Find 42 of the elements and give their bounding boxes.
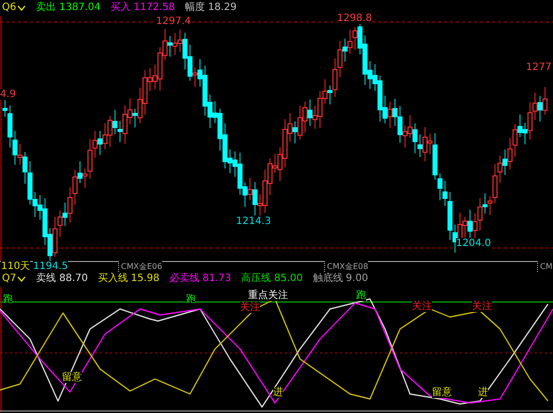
indicator-value: 9.00	[346, 272, 368, 286]
signal-label: 跑	[3, 294, 13, 305]
price-label: 4.9	[0, 89, 16, 100]
indicator-value: 15.98	[130, 272, 160, 286]
signal-label: 留意	[432, 387, 452, 398]
contract-label: CMX金E08	[324, 261, 368, 272]
signal-label: 跑	[356, 290, 366, 301]
indicator-label: 买入	[110, 0, 131, 15]
indicator-value: 1387.04	[59, 1, 101, 15]
indicator-label: 买入线	[98, 272, 128, 286]
chevron-down-icon	[17, 276, 26, 282]
indicator-label: 必卖线	[170, 272, 200, 286]
signal-label: 进	[478, 387, 488, 398]
price-label: 1297.4	[156, 16, 191, 27]
signal-label: 重点关注	[248, 290, 288, 301]
indicator-label: 卖出	[36, 0, 56, 15]
indicator-value: 18.29	[208, 1, 237, 15]
signal-label: 留意	[62, 372, 82, 383]
indicator-selector[interactable]: Q7	[2, 271, 26, 287]
indicator-selector[interactable]: Q6	[2, 0, 26, 16]
price-label: 1298.8	[337, 13, 372, 24]
indicator-label: 卖线	[36, 272, 56, 286]
price-label: 1204.0	[456, 238, 491, 249]
price-label: 1214.3	[236, 216, 271, 227]
signal-label: 跑	[186, 294, 196, 305]
price-label: 1194.5	[33, 261, 68, 272]
indicator-value: 1172.58	[134, 1, 175, 15]
indicator-label: 幅度	[184, 0, 205, 15]
signal-label: 关注	[412, 301, 432, 312]
signal-label: 关注	[240, 302, 260, 313]
price-label: 1277	[526, 62, 552, 73]
signal-label: 关注	[472, 301, 492, 312]
chevron-down-icon	[17, 4, 26, 12]
contract-label: CMX金E06	[118, 261, 162, 272]
signal-label: 进	[273, 387, 283, 398]
indicator-value: 88.70	[59, 272, 88, 286]
indicator-value: 81.73	[202, 272, 232, 286]
contract-label: CM	[537, 261, 552, 272]
indicator-label: 高压线	[241, 272, 272, 286]
indicator-value: 85.00	[274, 272, 303, 286]
period-label: 110天	[1, 261, 30, 272]
indicator-label: 触底线	[312, 272, 343, 286]
